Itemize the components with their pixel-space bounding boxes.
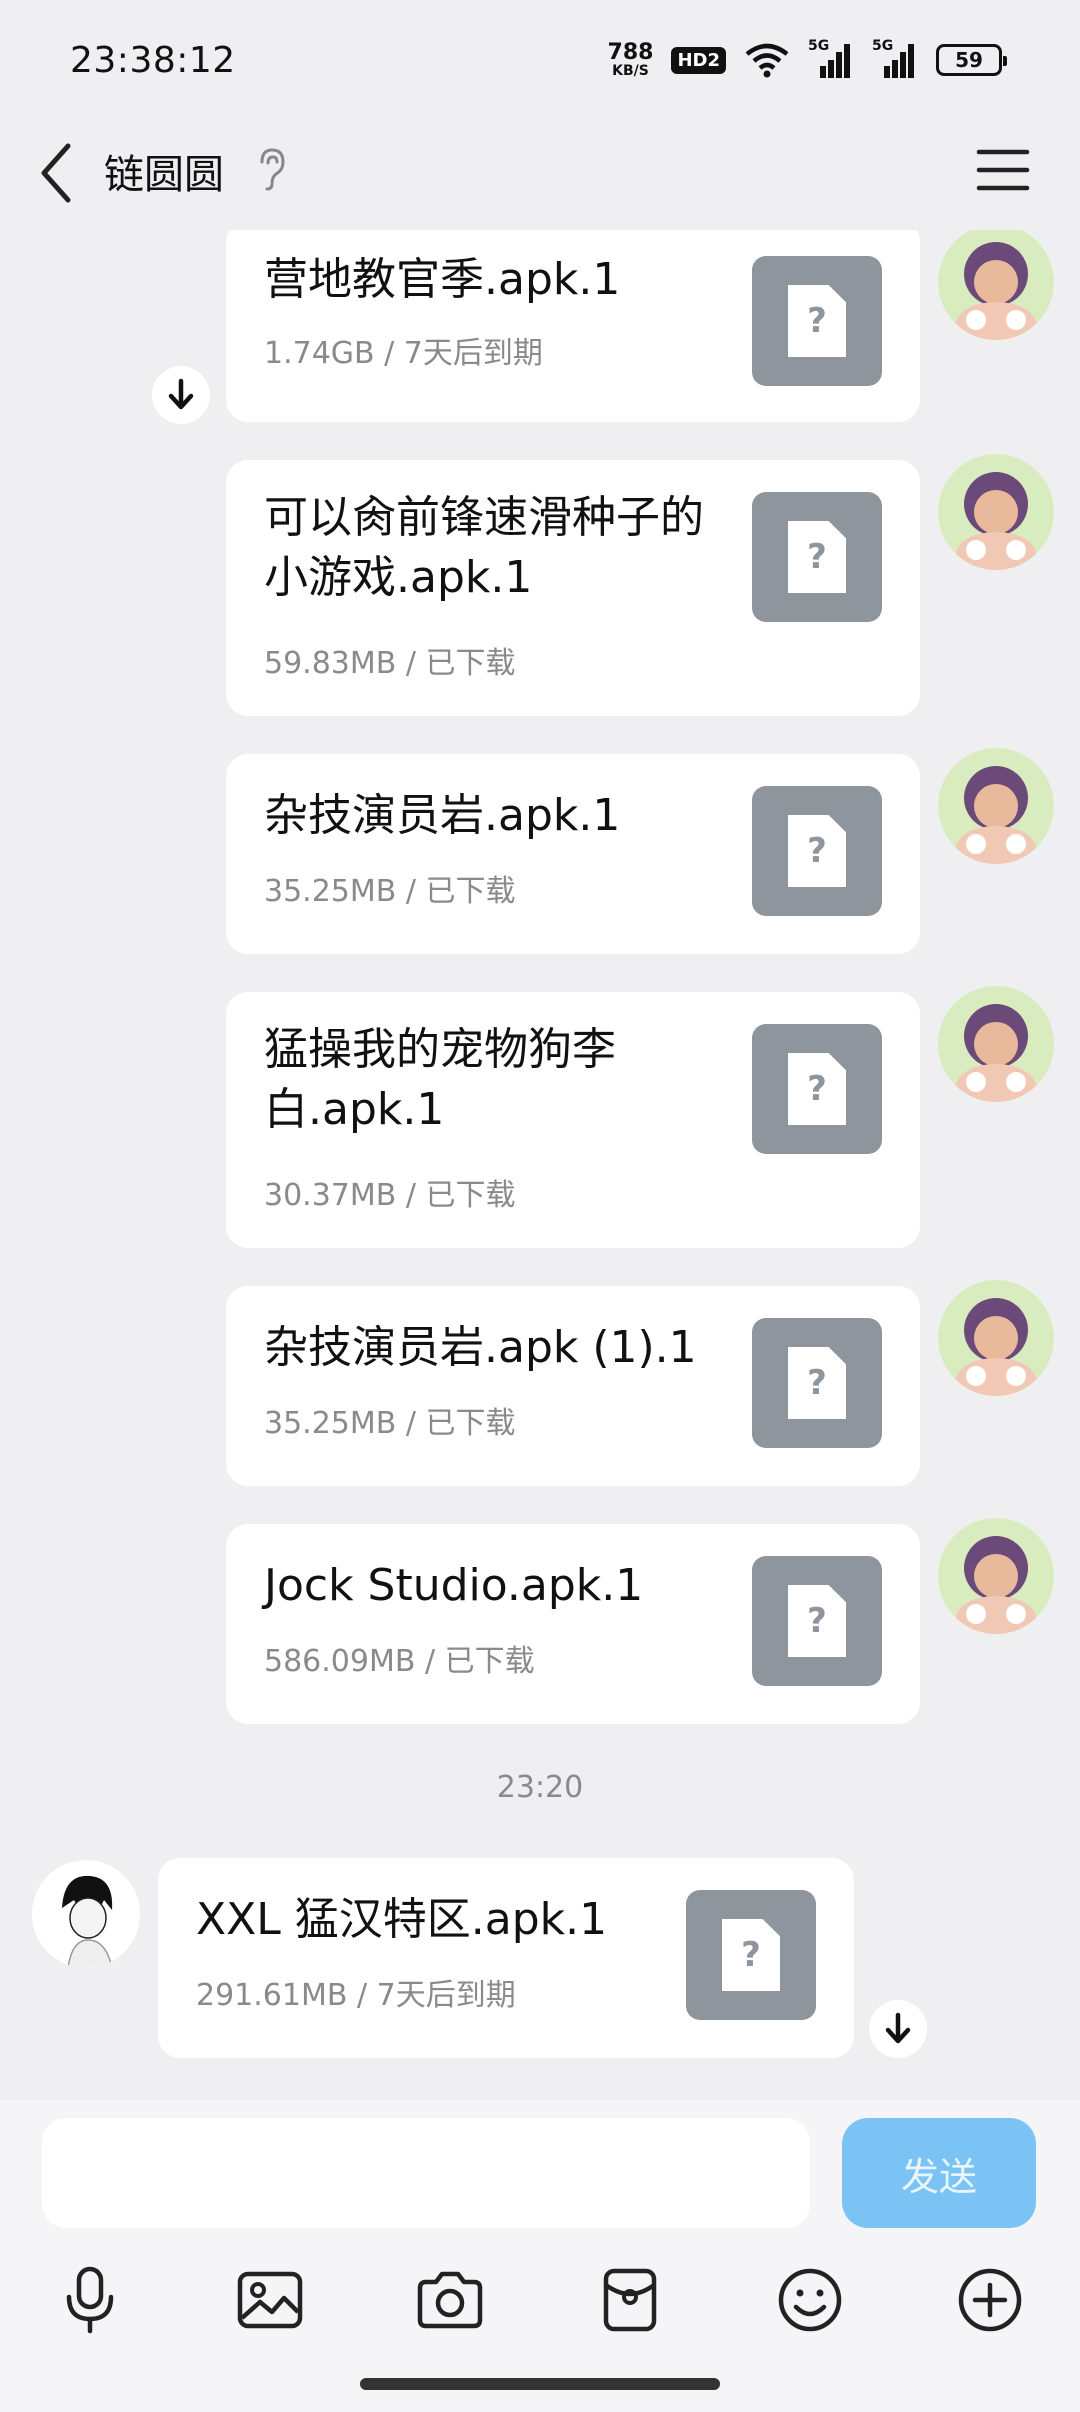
file-message[interactable]: 杂技演员岩.apk (1).1 35.25MB / 已下载 ? xyxy=(226,1286,920,1486)
back-arrow-icon[interactable] xyxy=(36,138,80,208)
download-arrow-icon xyxy=(168,378,194,410)
avatar-image xyxy=(938,748,1054,864)
file-thumbnail[interactable]: ? xyxy=(686,1890,816,2020)
unknown-file-icon: ? xyxy=(788,521,846,593)
signal-label-1: 5G xyxy=(808,38,830,54)
file-thumbnail[interactable]: ? xyxy=(752,492,882,622)
file-meta: 586.09MB / 已下载 xyxy=(264,1644,535,1679)
avatar-image xyxy=(938,1280,1054,1396)
avatar-image xyxy=(938,1518,1054,1634)
file-name: 可以肏前锋速滑种子的小游戏.apk.1 xyxy=(264,492,704,603)
unknown-file-icon: ? xyxy=(788,1053,846,1125)
file-message[interactable]: Jock Studio.apk.1 586.09MB / 已下载 ? xyxy=(226,1524,920,1724)
download-button[interactable] xyxy=(869,2000,927,2058)
unknown-file-icon: ? xyxy=(722,1919,780,1991)
battery-level: 59 xyxy=(955,48,983,72)
file-thumbnail[interactable]: ? xyxy=(752,786,882,916)
file-name: 营地教官季.apk.1 xyxy=(264,254,621,305)
home-indicator[interactable] xyxy=(360,2378,720,2390)
message-input[interactable] xyxy=(42,2118,810,2228)
send-button[interactable]: 发送 xyxy=(842,2118,1036,2228)
file-meta: 35.25MB / 已下载 xyxy=(264,1406,516,1441)
file-meta: 1.74GB / 7天后到期 xyxy=(264,336,543,371)
network-speed: 788 KB/S xyxy=(607,40,654,79)
emoji-button[interactable] xyxy=(770,2260,850,2340)
file-meta: 35.25MB / 已下载 xyxy=(264,874,516,909)
signal-icon-2: 5G xyxy=(872,38,918,78)
avatar[interactable] xyxy=(938,986,1054,1102)
red-packet-button[interactable] xyxy=(590,2260,670,2340)
unknown-file-icon: ? xyxy=(788,1347,846,1419)
status-icons: 788 KB/S HD2 5G 5G 59 xyxy=(607,38,1007,79)
signal-label-2: 5G xyxy=(872,38,894,54)
chat-message-list[interactable]: 营地教官季.apk.1 1.74GB / 7天后到期 ? 可以肏前锋速滑种子的小… xyxy=(0,230,1080,2100)
status-bar: 23:38:12 788 KB/S HD2 5G 5G 59 xyxy=(0,0,1080,120)
avatar[interactable] xyxy=(938,1518,1054,1634)
file-message[interactable]: 猛操我的宠物狗李白.apk.1 30.37MB / 已下载 ? xyxy=(226,992,920,1248)
avatar-image xyxy=(938,986,1054,1102)
file-thumbnail[interactable]: ? xyxy=(752,1556,882,1686)
red-packet-icon xyxy=(603,2268,657,2332)
unknown-file-icon: ? xyxy=(788,815,846,887)
file-meta: 59.83MB / 已下载 xyxy=(264,646,516,681)
time-separator: 23:20 xyxy=(496,1770,584,1805)
unknown-file-icon: ? xyxy=(788,1585,846,1657)
image-icon xyxy=(237,2271,303,2329)
network-speed-unit: KB/S xyxy=(612,63,649,79)
chat-title[interactable]: 链圆圆 xyxy=(104,142,224,200)
network-speed-value: 788 xyxy=(607,40,654,65)
avatar[interactable] xyxy=(938,748,1054,864)
file-message[interactable]: 可以肏前锋速滑种子的小游戏.apk.1 59.83MB / 已下载 ? xyxy=(226,460,920,716)
file-thumbnail[interactable]: ? xyxy=(752,256,882,386)
file-name: 杂技演员岩.apk.1 xyxy=(264,790,621,841)
camera-button[interactable] xyxy=(410,2260,490,2340)
file-message[interactable]: XXL 猛汉特区.apk.1 291.61MB / 7天后到期 ? xyxy=(158,1858,854,2058)
camera-icon xyxy=(417,2271,483,2329)
download-button[interactable] xyxy=(152,366,210,424)
voice-button[interactable] xyxy=(50,2260,130,2340)
input-toolbar xyxy=(0,2260,1080,2340)
file-message[interactable]: 杂技演员岩.apk.1 35.25MB / 已下载 ? xyxy=(226,754,920,954)
battery-icon: 59 xyxy=(936,44,1007,76)
signal-icon-1: 5G xyxy=(808,38,854,78)
file-thumbnail[interactable]: ? xyxy=(752,1024,882,1154)
input-bar: 发送 xyxy=(0,2100,1080,2412)
file-name: XXL 猛汉特区.apk.1 xyxy=(196,1894,608,1945)
file-meta: 291.61MB / 7天后到期 xyxy=(196,1978,516,2013)
status-time: 23:38:12 xyxy=(70,39,236,81)
hd-icon: HD2 xyxy=(671,46,726,74)
file-thumbnail[interactable]: ? xyxy=(752,1318,882,1448)
ear-icon[interactable] xyxy=(256,146,288,192)
download-arrow-icon xyxy=(885,2012,911,2044)
file-name: 杂技演员岩.apk (1).1 xyxy=(264,1322,697,1373)
menu-icon[interactable] xyxy=(976,142,1030,198)
unknown-file-icon: ? xyxy=(788,285,846,357)
more-button[interactable] xyxy=(950,2260,1030,2340)
chat-header: 链圆圆 xyxy=(0,120,1080,230)
avatar-image xyxy=(938,454,1054,570)
plus-icon xyxy=(958,2268,1022,2332)
emoji-icon xyxy=(778,2268,842,2332)
file-name: 猛操我的宠物狗李白.apk.1 xyxy=(264,1024,616,1135)
file-name: Jock Studio.apk.1 xyxy=(264,1560,644,1611)
file-message[interactable]: 营地教官季.apk.1 1.74GB / 7天后到期 ? xyxy=(226,230,920,422)
avatar-image xyxy=(32,1860,140,1968)
image-button[interactable] xyxy=(230,2260,310,2340)
avatar-image xyxy=(938,230,1054,340)
file-meta: 30.37MB / 已下载 xyxy=(264,1178,516,1213)
avatar[interactable] xyxy=(938,454,1054,570)
microphone-icon xyxy=(66,2266,114,2334)
wifi-icon xyxy=(745,43,789,78)
avatar[interactable] xyxy=(938,1280,1054,1396)
avatar[interactable] xyxy=(938,230,1054,340)
avatar[interactable] xyxy=(32,1860,140,1968)
